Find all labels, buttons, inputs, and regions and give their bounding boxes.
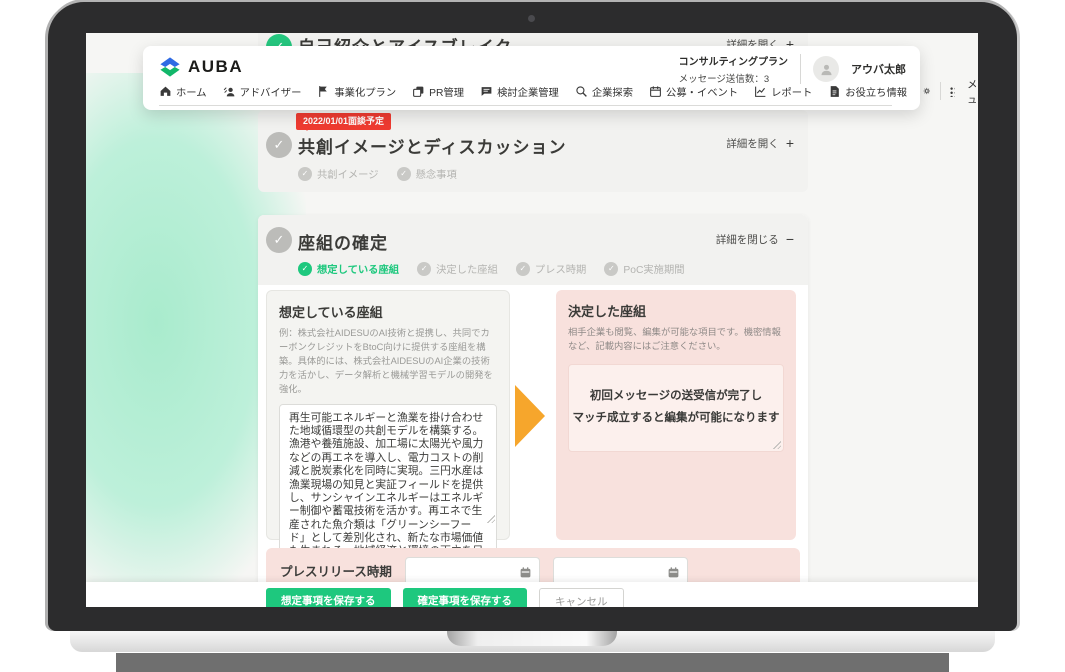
chip-decided-structure: ✓決定した座組 xyxy=(417,261,498,276)
chip-assumed-structure: ✓想定している座組 xyxy=(298,261,399,276)
detail-toggle-open[interactable]: 詳細を開く+ xyxy=(726,135,794,151)
locked-message-line1: 初回メッセージの送受信が完了し xyxy=(590,386,762,408)
nav-item-search[interactable]: 企業探索 xyxy=(575,84,633,99)
save-confirmed-button[interactable]: 確定事項を保存する xyxy=(403,588,528,607)
webcam-dot xyxy=(528,15,535,22)
section-header: ✓ 座組の確定 詳細を閉じる− ✓想定している座組 ✓決定した座組 ✓プレス時期… xyxy=(258,215,808,285)
check-icon: ✓ xyxy=(397,167,411,181)
calendar-icon xyxy=(667,566,680,579)
auba-logo[interactable]: AUBA xyxy=(159,56,243,78)
advisor-icon xyxy=(223,85,236,98)
nav-item-report[interactable]: レポート xyxy=(754,84,812,99)
global-header: AUBA コンサルティングプラン メッセージ送信数：3 アウバ太郎 xyxy=(143,46,920,110)
copy-icon xyxy=(412,85,425,98)
decided-structure-panel: 決定した座組 相手企業も閲覧、編集が可能な項目です。機密情報など、記載内容にはご… xyxy=(556,290,796,540)
meeting-date-badge: 2022/01/01面談予定 xyxy=(296,113,391,130)
substep-chips: ✓想定している座組 ✓決定した座組 ✓プレス時期 ✓PoC実施期間 xyxy=(298,261,685,276)
nav-underline xyxy=(159,105,892,106)
search-icon xyxy=(575,85,588,98)
section-structure: ✓ 座組の確定 詳細を閉じる− ✓想定している座組 ✓決定した座組 ✓プレス時期… xyxy=(258,215,808,607)
nav-item-pr[interactable]: PR管理 xyxy=(412,84,464,99)
main-nav: ホーム アドバイザー 事業化プラン PR管理 検討企業管理 xyxy=(159,78,910,104)
panel-note-text: 相手企業も閲覧、編集が可能な項目です。機密情報など、記載内容にはご注意ください。 xyxy=(568,326,784,354)
arrow-right-icon xyxy=(515,385,545,447)
calendar-icon xyxy=(519,566,532,579)
substep-chips: ✓共創イメージ ✓懸念事項 xyxy=(298,166,457,181)
chip-concerns: ✓懸念事項 xyxy=(397,166,457,181)
nav-item-advisor[interactable]: アドバイザー xyxy=(223,84,302,99)
chip-press-timing: ✓プレス時期 xyxy=(516,261,586,276)
detail-toggle-close[interactable]: 詳細を閉じる− xyxy=(716,231,794,247)
menu-label[interactable]: メニュー xyxy=(967,76,978,106)
chip-kyoso-image: ✓共創イメージ xyxy=(298,166,379,181)
assumed-structure-panel: 想定している座組 例：株式会社AIDESUのAI技術と提携し、共同でカーボンクレ… xyxy=(266,290,510,540)
check-icon: ✓ xyxy=(417,262,431,276)
nav-item-home[interactable]: ホーム xyxy=(159,84,207,99)
home-icon xyxy=(159,85,172,98)
resize-grip-icon xyxy=(772,440,781,449)
divider xyxy=(940,82,941,100)
check-icon: ✓ xyxy=(298,262,312,276)
nav-item-business-plan[interactable]: 事業化プラン xyxy=(317,84,396,99)
step-check-icon: ✓ xyxy=(266,132,292,158)
press-release-label: プレスリリース時期 xyxy=(280,561,392,580)
minus-icon: − xyxy=(786,231,794,247)
plan-name: コンサルティングプラン xyxy=(679,53,788,68)
nav-item-info[interactable]: お役立ち情報 xyxy=(828,84,907,99)
chip-poc-period: ✓PoC実施期間 xyxy=(604,261,684,276)
save-assumed-button[interactable]: 想定事項を保存する xyxy=(266,588,391,607)
app-screen: ✓ 自己紹介とアイスブレイク 詳細を開く+ AUBA コンサルティングプラン メ… xyxy=(86,33,978,607)
cancel-button[interactable]: キャンセル xyxy=(539,588,624,607)
document-icon xyxy=(828,85,841,98)
save-footer-bar: 想定事項を保存する 確定事項を保存する キャンセル xyxy=(86,582,978,607)
gear-icon[interactable] xyxy=(923,84,931,98)
step-check-icon: ✓ xyxy=(266,227,292,253)
chart-icon xyxy=(754,85,767,98)
calendar-icon xyxy=(649,85,662,98)
footer-buttons: 想定事項を保存する 確定事項を保存する キャンセル xyxy=(266,588,624,607)
nav-utility-cluster: メニュー xyxy=(923,76,978,106)
panel-example-text: 例：株式会社AIDESUのAI技術と提携し、共同でカーボンクレジットをBtoC向… xyxy=(279,327,497,397)
apps-grid-icon[interactable] xyxy=(949,86,955,97)
laptop-mockup: ✓ 自己紹介とアイスブレイク 詳細を開く+ AUBA コンサルティングプラン メ… xyxy=(0,0,1065,672)
plus-icon: + xyxy=(786,135,794,151)
panel-heading: 想定している座組 xyxy=(279,302,497,321)
section-discussion: 2022/01/01面談予定 ✓ 共創イメージとディスカッション 詳細を開く+ … xyxy=(258,110,808,192)
resize-grip-icon[interactable] xyxy=(486,514,495,523)
auba-logo-text: AUBA xyxy=(188,57,243,77)
laptop-base-shadow xyxy=(116,653,949,672)
nav-item-events[interactable]: 公募・イベント xyxy=(649,84,738,99)
laptop-base-notch xyxy=(447,631,617,646)
locked-message-line2: マッチ成立すると編集が可能になります xyxy=(573,408,780,430)
check-icon: ✓ xyxy=(516,262,530,276)
section-title: 共創イメージとディスカッション xyxy=(298,133,566,158)
panel-heading: 決定した座組 xyxy=(568,301,784,320)
check-icon: ✓ xyxy=(604,262,618,276)
nav-item-company-manage[interactable]: 検討企業管理 xyxy=(480,84,559,99)
auba-logo-icon xyxy=(159,56,181,78)
section-title: 座組の確定 xyxy=(298,229,388,254)
flag-icon xyxy=(317,85,330,98)
user-name: アウバ太郎 xyxy=(851,61,906,77)
locked-message-box: 初回メッセージの送受信が完了し マッチ成立すると編集が可能になります xyxy=(568,364,784,452)
chat-icon xyxy=(480,85,493,98)
check-icon: ✓ xyxy=(298,167,312,181)
person-icon xyxy=(819,62,834,77)
